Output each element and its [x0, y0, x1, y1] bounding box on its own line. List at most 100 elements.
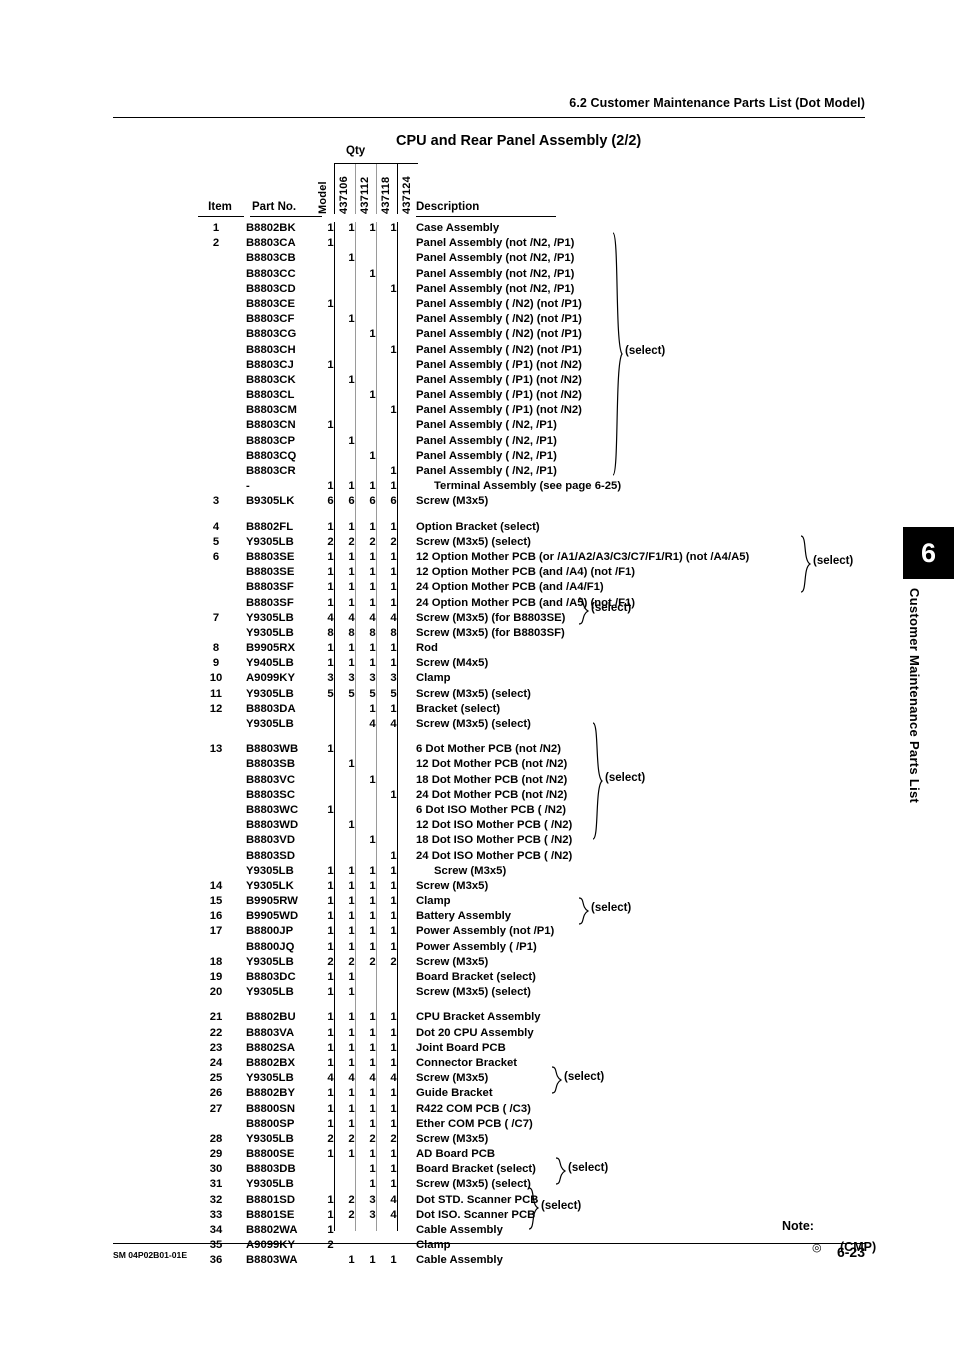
cell-description: Panel Assembly (not /N2, /P1)	[416, 282, 575, 295]
document-page: 6.2 Customer Maintenance Parts List (Dot…	[0, 0, 954, 1351]
cell-qty-437112: 3	[348, 672, 355, 685]
cell-part-no: B8803SC	[246, 788, 295, 801]
cell-qty-437118: 1	[369, 389, 376, 402]
cell-description: 12 Dot Mother PCB (not /N2)	[416, 758, 568, 771]
select-group-power-assembly: (select)	[578, 897, 631, 925]
cell-qty-437112: 1	[348, 971, 355, 983]
table-row: 29 B8800SE 1 1 1 1 AD Board PCB	[0, 1148, 954, 1163]
cell-part-no: Y9305LB	[246, 1072, 294, 1085]
cell-description: Terminal Assembly (see page 6-25)	[434, 480, 622, 493]
cell-part-no: B8803DA	[246, 702, 296, 715]
select-group-dot-mother-pcb: (select)	[592, 722, 645, 840]
table-row: B8803CK 1 Panel Assembly ( /P1) (not /N2)	[0, 374, 954, 389]
cell-item: 14	[209, 879, 223, 892]
cell-description: Clamp	[416, 895, 451, 908]
table-row: 25 Y9305LB 4 4 4 4 Screw (M3x5)	[0, 1072, 954, 1087]
cell-qty-437118: 2	[369, 955, 376, 968]
cell-qty-437112: 1	[348, 373, 355, 386]
cell-description: Panel Assembly ( /N2, /P1)	[416, 449, 557, 462]
cell-qty-437106: 1	[327, 910, 334, 923]
table-row: B8803VD 1 18 Dot ISO Mother PCB ( /N2)	[0, 834, 954, 849]
cell-description: Panel Assembly ( /N2, /P1)	[416, 434, 557, 447]
cell-item: 33	[209, 1208, 223, 1221]
cell-part-no: B8803VD	[246, 834, 295, 847]
cell-description: AD Board PCB	[416, 1148, 496, 1161]
cell-description: 6 Dot Mother PCB (not /N2)	[416, 743, 561, 756]
cell-item: 5	[212, 535, 220, 548]
cell-qty-437124: 1	[390, 642, 397, 655]
cell-part-no: B8803WB	[246, 743, 299, 756]
cell-qty-437118: 1	[369, 940, 376, 953]
table-row: B8803CL 1 Panel Assembly ( /P1) (not /N2)	[0, 389, 954, 404]
cell-qty-437106: 1	[327, 803, 334, 816]
cell-qty-437118: 1	[369, 925, 376, 938]
cell-description: Guide Bracket	[416, 1087, 493, 1100]
cell-qty-437106: 1	[327, 297, 334, 310]
cell-qty-437118: 8	[369, 626, 376, 639]
footer-doc-code: SM 04P02B01-01E	[113, 1250, 188, 1260]
cell-qty-437106: 2	[327, 955, 334, 968]
cell-description: Panel Assembly ( /N2, /P1)	[416, 465, 557, 477]
cell-item: 6	[212, 550, 220, 563]
cell-description: 24 Dot ISO Mother PCB ( /N2)	[416, 849, 573, 862]
cell-part-no: Y9305LB	[246, 535, 294, 548]
cell-qty-437112: 1	[348, 1254, 355, 1267]
cell-qty-437124: 1	[390, 788, 397, 801]
cell-qty-437124: 2	[390, 955, 397, 968]
cell-description: 12 Option Mother PCB (or /A1/A2/A3/C3/C7…	[416, 550, 750, 563]
cell-qty-437112: 2	[348, 1208, 355, 1221]
cell-qty-437118: 4	[369, 1072, 376, 1085]
cell-qty-437106: 1	[327, 1056, 334, 1069]
table-row: B8803CD 1 Panel Assembly (not /N2, /P1)	[0, 283, 954, 298]
cell-qty-437124: 1	[390, 657, 397, 670]
cell-qty-437124: 3	[390, 672, 397, 685]
cell-qty-437118: 4	[369, 611, 376, 624]
cell-part-no: Y9305LB	[246, 687, 294, 700]
cell-description: R422 COM PCB ( /C3)	[416, 1102, 531, 1115]
cell-part-no: B8801SE	[246, 1208, 295, 1221]
table-row: 32 B8801SD 1 2 3 4 Dot STD. Scanner PCB	[0, 1194, 954, 1209]
cell-part-no: Y9305LB	[246, 864, 294, 877]
cell-part-no: B8803CP	[246, 434, 295, 447]
cell-qty-437124: 1	[390, 702, 397, 715]
cell-qty-437112: 2	[348, 1132, 355, 1145]
cell-qty-437118: 1	[369, 702, 376, 715]
table-row: 28 Y9305LB 2 2 2 2 Screw (M3x5)	[0, 1133, 954, 1148]
select-label: (select)	[813, 555, 854, 567]
cell-qty-437124: 2	[390, 535, 397, 548]
cell-description: Dot ISO. Scanner PCB	[416, 1208, 536, 1221]
select-group-panel-assembly: (select)	[612, 232, 665, 476]
table-row: B8803SF 1 1 1 1 24 Option Mother PCB (and /A5…	[0, 597, 954, 612]
cell-qty-437106: 1	[327, 1117, 334, 1130]
cell-part-no: Y9305LK	[246, 879, 294, 892]
cell-qty-437106: 1	[327, 222, 334, 234]
cell-qty-437106: 1	[327, 520, 334, 533]
cell-description: Dot 20 CPU Assembly	[416, 1026, 534, 1039]
cell-qty-437124: 1	[390, 550, 397, 563]
cell-qty-437112: 1	[348, 1102, 355, 1115]
cell-part-no: B8800SP	[246, 1117, 295, 1130]
cell-part-no: Y9305LB	[246, 1132, 294, 1145]
table-row-spacer	[0, 733, 954, 743]
running-header: 6.2 Customer Maintenance Parts List (Dot…	[569, 96, 865, 110]
cell-item: 19	[209, 971, 223, 983]
cell-qty-437118: 6	[369, 495, 376, 508]
cell-qty-437112: 1	[348, 879, 355, 892]
chapter-tab-number: 6	[920, 537, 937, 568]
table-row: - 1 1 1 1 Terminal Assembly (see page 6-25)	[0, 480, 954, 495]
table-row-spacer	[0, 511, 954, 521]
cell-qty-437118: 1	[369, 550, 376, 563]
cell-description: CPU Bracket Assembly	[416, 1011, 541, 1024]
cell-part-no: B8803WC	[246, 803, 299, 816]
cell-qty-437124: 1	[390, 566, 397, 579]
cell-qty-437118: 1	[369, 773, 376, 786]
cell-qty-437112: 1	[348, 758, 355, 771]
cell-part-no: B8803CR	[246, 465, 296, 477]
cell-qty-437124: 2	[390, 1132, 397, 1145]
cell-qty-437124: 1	[390, 1041, 397, 1054]
model-header-437106: 437106	[338, 176, 350, 214]
cell-qty-437112: 1	[348, 1056, 355, 1069]
cell-item: 11	[210, 687, 222, 700]
cell-qty-437106: 1	[327, 895, 334, 908]
cell-part-no: B8803CK	[246, 373, 296, 386]
